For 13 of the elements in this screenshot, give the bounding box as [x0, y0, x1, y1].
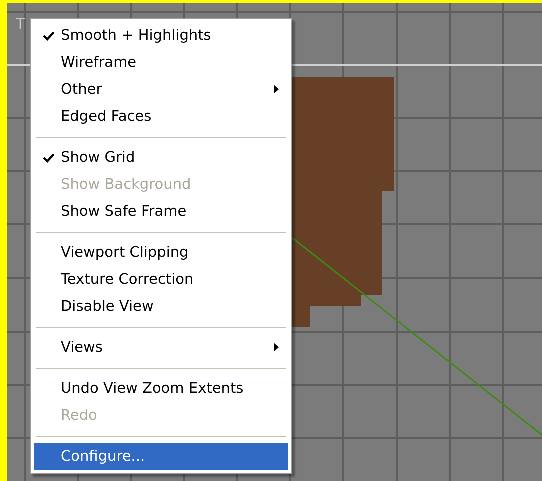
menu-item[interactable]: Show Grid	[34, 144, 288, 171]
menu-item[interactable]: Disable View	[34, 293, 288, 320]
menu-item[interactable]: Other	[34, 76, 288, 103]
viewport-label: T	[16, 15, 26, 33]
menu-item[interactable]: Wireframe	[34, 49, 288, 76]
menu-item[interactable]: Configure...	[34, 443, 288, 470]
menu-item[interactable]: Smooth + Highlights	[34, 22, 288, 49]
menu-item[interactable]: Show Safe Frame	[34, 198, 288, 225]
menu-item[interactable]: Viewport Clipping	[34, 239, 288, 266]
menu-item[interactable]: Views	[34, 334, 288, 361]
menu-item[interactable]: Texture Correction	[34, 266, 288, 293]
menu-item[interactable]: Edged Faces	[34, 103, 288, 130]
menu-item[interactable]: Undo View Zoom Extents	[34, 375, 288, 402]
